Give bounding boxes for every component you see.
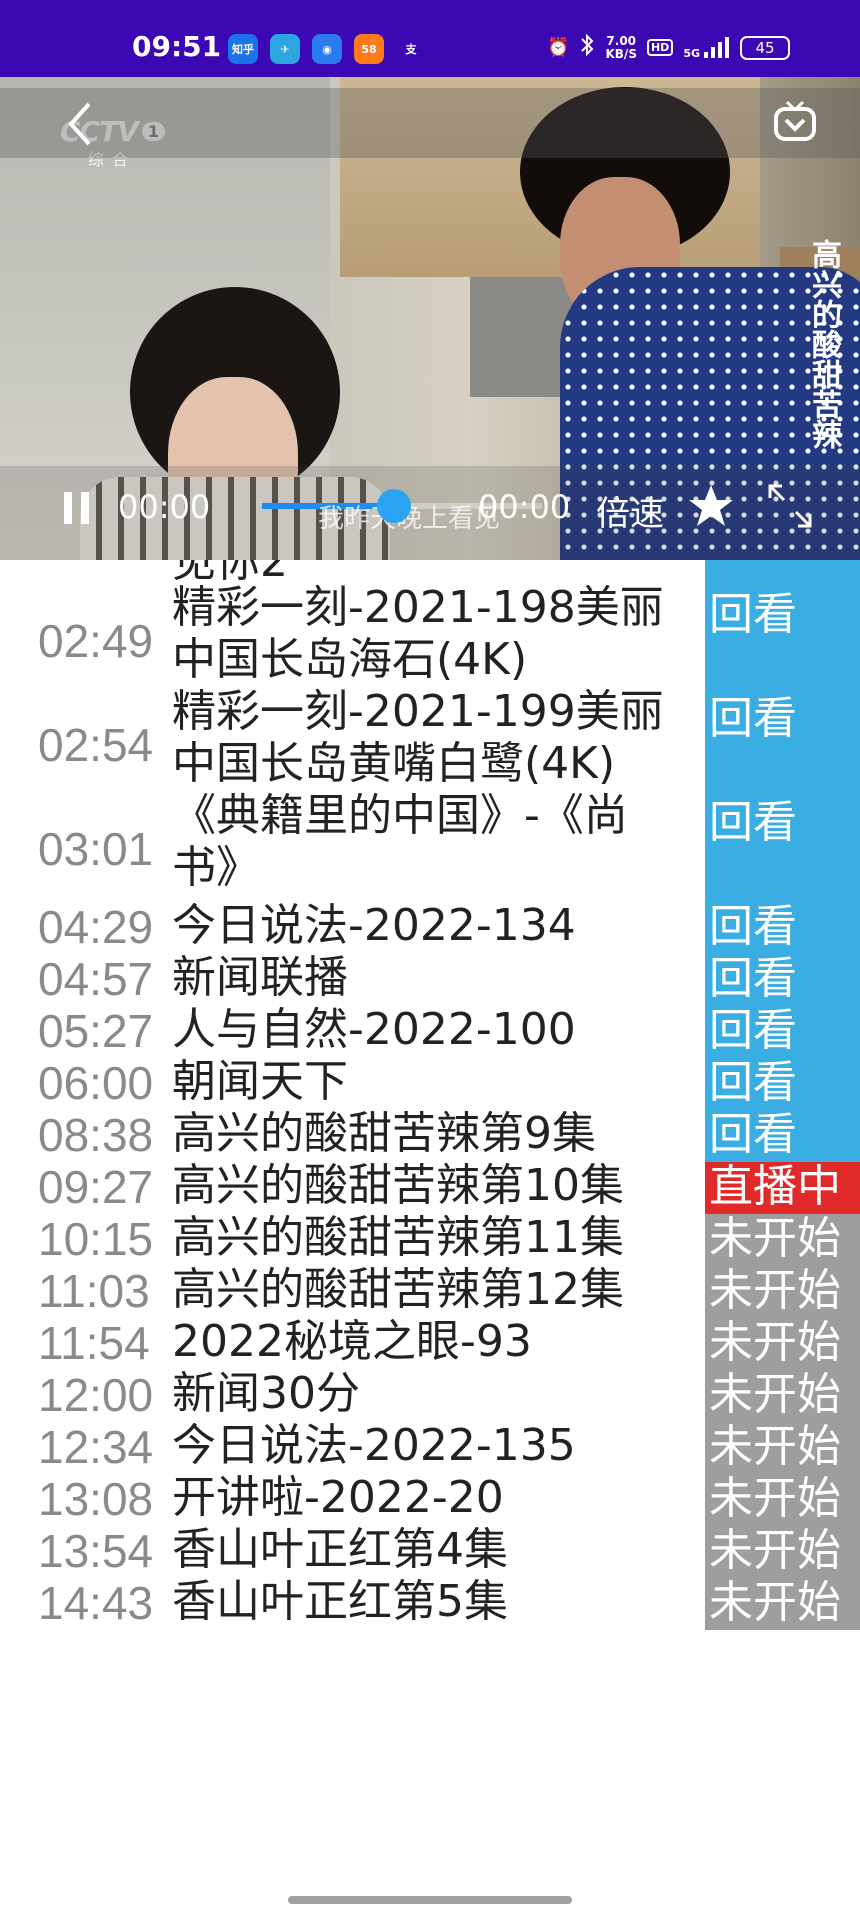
program-status[interactable]: 未开始 [705, 1526, 860, 1578]
program-time: 08:38 [38, 1109, 154, 1161]
program-time: 03:01 [38, 823, 154, 875]
program-title: 香山叶正红第5集 [172, 1576, 508, 1627]
bluetooth-icon [579, 33, 595, 62]
show-title-art: 高兴的酸甜苦辣 [806, 239, 841, 449]
program-time: 12:34 [38, 1421, 154, 1473]
tv-cast-button[interactable] [770, 94, 820, 150]
program-status[interactable]: 未开始 [705, 1214, 860, 1266]
program-time: 06:00 [38, 1057, 154, 1109]
program-status[interactable]: 回看 [705, 1006, 860, 1058]
chevron-left-icon [68, 102, 91, 146]
tv-icon [774, 100, 816, 141]
program-title: 精彩一刻-2021-198美丽中国长岛海石(4K) [172, 582, 664, 685]
program-status[interactable]: 回看 [705, 902, 860, 954]
alipay-icon: 支 [396, 34, 426, 64]
program-status[interactable]: 回看 [705, 590, 860, 694]
fullscreen-icon [768, 484, 812, 528]
program-time: 09:27 [38, 1161, 154, 1213]
total-time: 00:00 [478, 488, 571, 526]
fullscreen-button[interactable] [766, 482, 814, 530]
program-status[interactable]: 回看 [705, 798, 860, 902]
pause-icon [64, 492, 89, 524]
program-time: 05:27 [38, 1005, 154, 1057]
program-title: 《典籍里的中国》-《尚书》 [172, 790, 628, 893]
program-time: 04:29 [38, 901, 154, 953]
zhihu-icon: 知乎 [228, 34, 258, 64]
program-row[interactable]: 回看 02:54 精彩一刻-2021-199美丽中国长岛黄嘴白鹭(4K) [0, 686, 860, 798]
58-icon: 58 [354, 34, 384, 64]
program-status[interactable]: 未开始 [705, 1474, 860, 1526]
program-status[interactable]: 回看 [705, 954, 860, 1006]
speed-button[interactable]: 倍速 [596, 486, 664, 535]
program-status[interactable]: 未开始 [705, 1266, 860, 1318]
program-time: 04:57 [38, 953, 154, 1005]
status-bar: 09:51 知乎 ✈ ◉ 58 支 ⏰ 7.00 KB/S HD 5G 45 [0, 0, 860, 77]
status-time: 09:51 [132, 30, 222, 63]
program-status[interactable]: 未开始 [705, 1422, 860, 1474]
program-status[interactable]: 回看 [705, 694, 860, 798]
program-row[interactable]: 未开始 14:43 香山叶正红第5集 [0, 1576, 860, 1630]
net-speed: 7.00 KB/S [605, 33, 637, 61]
pause-button[interactable] [62, 490, 92, 526]
program-status[interactable]: 直播中 [705, 1162, 860, 1214]
favorite-button[interactable] [688, 483, 734, 529]
program-list[interactable]: 见你2 回看 02:49 精彩一刻-2021-198美丽中国长岛海石(4K) 回看 02:… [0, 560, 860, 1880]
program-time: 13:08 [38, 1473, 154, 1525]
program-row[interactable]: 回看 02:49 精彩一刻-2021-198美丽中国长岛海石(4K) [0, 582, 860, 694]
program-time: 14:43 [38, 1577, 154, 1629]
telegram-icon: ✈ [270, 34, 300, 64]
program-time: 12:00 [38, 1369, 154, 1421]
qq-browser-icon: ◉ [312, 34, 342, 64]
star-icon [689, 485, 733, 526]
program-row[interactable]: 回看 03:01 《典籍里的中国》-《尚书》 [0, 790, 860, 902]
alarm-icon: ⏰ [547, 37, 570, 58]
program-time: 13:54 [38, 1525, 154, 1577]
home-indicator[interactable] [288, 1896, 572, 1904]
program-status[interactable]: 未开始 [705, 1578, 860, 1630]
back-button[interactable] [60, 94, 100, 154]
system-indicators: ⏰ 7.00 KB/S HD 5G 45 [547, 33, 790, 62]
program-status[interactable]: 未开始 [705, 1370, 860, 1422]
program-time: 02:49 [38, 615, 154, 667]
program-status[interactable]: 回看 [705, 1110, 860, 1162]
program-title: 精彩一刻-2021-199美丽中国长岛黄嘴白鹭(4K) [172, 686, 664, 789]
progress-thumb[interactable] [376, 489, 411, 523]
program-time: 02:54 [38, 719, 154, 771]
notification-icons: 知乎 ✈ ◉ 58 支 [228, 34, 426, 64]
current-time: 00:00 [118, 488, 211, 526]
program-time: 11:54 [38, 1317, 150, 1369]
program-status[interactable]: 回看 [705, 1058, 860, 1110]
signal-icon: 5G [683, 36, 730, 60]
program-status[interactable] [705, 560, 860, 590]
program-time: 10:15 [38, 1213, 154, 1265]
program-status[interactable]: 未开始 [705, 1318, 860, 1370]
program-time: 11:03 [38, 1265, 150, 1317]
player-top-bar [0, 88, 860, 158]
hd-icon: HD [646, 39, 674, 56]
battery-icon: 45 [740, 35, 790, 60]
